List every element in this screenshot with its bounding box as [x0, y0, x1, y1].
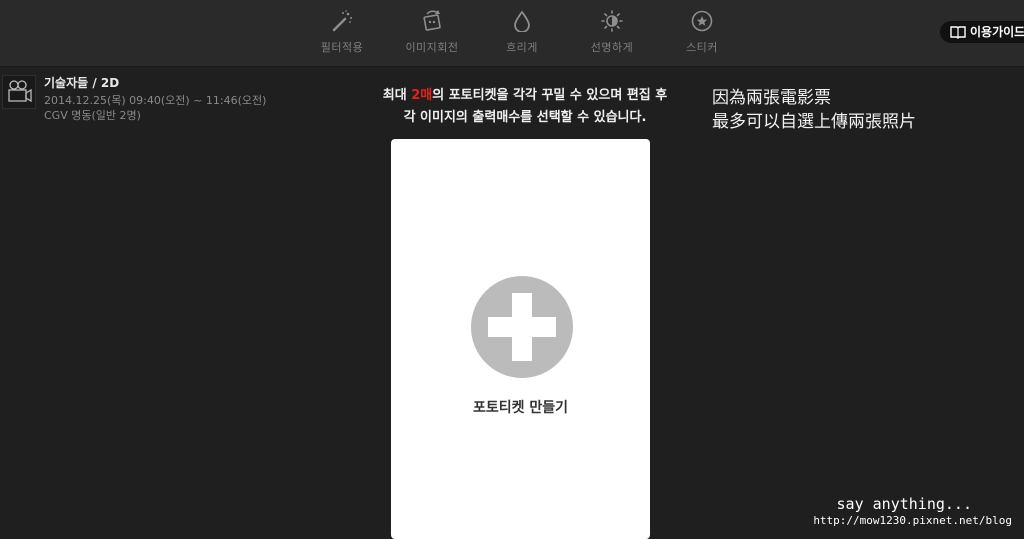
sticker-icon — [657, 10, 747, 32]
movie-title: 기술자들 / 2D — [44, 76, 120, 90]
rotate-label: 이미지회전 — [405, 41, 459, 54]
user-guide-button[interactable]: 이용가이드 — [940, 21, 1024, 43]
watermark-line-1: say anything... — [836, 495, 972, 513]
book-icon — [950, 25, 970, 39]
rotate-image-icon — [387, 10, 477, 32]
blur-drop-icon — [477, 10, 567, 32]
note-line-2: 最多可以自選上傳兩張照片 — [712, 112, 916, 132]
sticker-label: 스티커 — [686, 41, 718, 54]
plus-circle-icon[interactable] — [471, 276, 573, 378]
instructions-line-1: 최대 2매의 포토티켓을 각각 꾸밀 수 있으며 편집 후 — [340, 85, 710, 107]
movie-showtime: 2014.12.25(목) 09:40(오전) ~ 11:46(오전) — [44, 94, 267, 107]
max-ticket-count: 2매 — [411, 88, 433, 103]
ticket-instructions: 최대 2매의 포토티켓을 각각 꾸밀 수 있으며 편집 후 각 이미지의 출력매… — [340, 85, 710, 129]
filter-label: 필터적용 — [320, 41, 364, 54]
movie-camera-icon — [2, 75, 36, 109]
note-line-1: 因為兩張電影票 — [712, 88, 831, 108]
instructions-suffix: 의 포토티켓을 각각 꾸밀 수 있으며 편집 후 — [432, 88, 668, 103]
instructions-prefix: 최대 — [382, 88, 412, 103]
instructions-line-2: 각 이미지의 출력매수를 선택할 수 있습니다. — [403, 110, 647, 125]
blur-button[interactable]: 흐리게 — [477, 10, 567, 55]
make-photo-ticket-label: 포토티켓 만들기 — [472, 400, 569, 416]
sticker-button[interactable]: 스티커 — [657, 10, 747, 55]
filter-button[interactable]: 필터적용 — [297, 10, 387, 55]
watermark-url: http://mow1230.pixnet.net/blog — [813, 514, 1012, 527]
blur-label: 흐리게 — [506, 41, 538, 54]
movie-cinema: CGV 명동(일반 2명) — [44, 109, 141, 122]
editor-toolbar: 필터적용 이미지회전 흐리게 선명하게 스티커 이용가이드 — [0, 0, 1024, 67]
sharpen-label: 선명하게 — [590, 41, 634, 54]
blog-watermark: say anything... http://mow1230.pixnet.ne… — [813, 494, 1012, 528]
magic-wand-icon — [297, 10, 387, 32]
annotation-note: 因為兩張電影票 最多可以自選上傳兩張照片 — [712, 86, 916, 134]
sharpen-button[interactable]: 선명하게 — [567, 10, 657, 55]
user-guide-label: 이용가이드 — [970, 25, 1024, 39]
sharpen-icon — [567, 10, 657, 32]
rotate-button[interactable]: 이미지회전 — [387, 10, 477, 55]
make-photo-ticket-card[interactable]: 포토티켓 만들기 — [391, 139, 650, 539]
